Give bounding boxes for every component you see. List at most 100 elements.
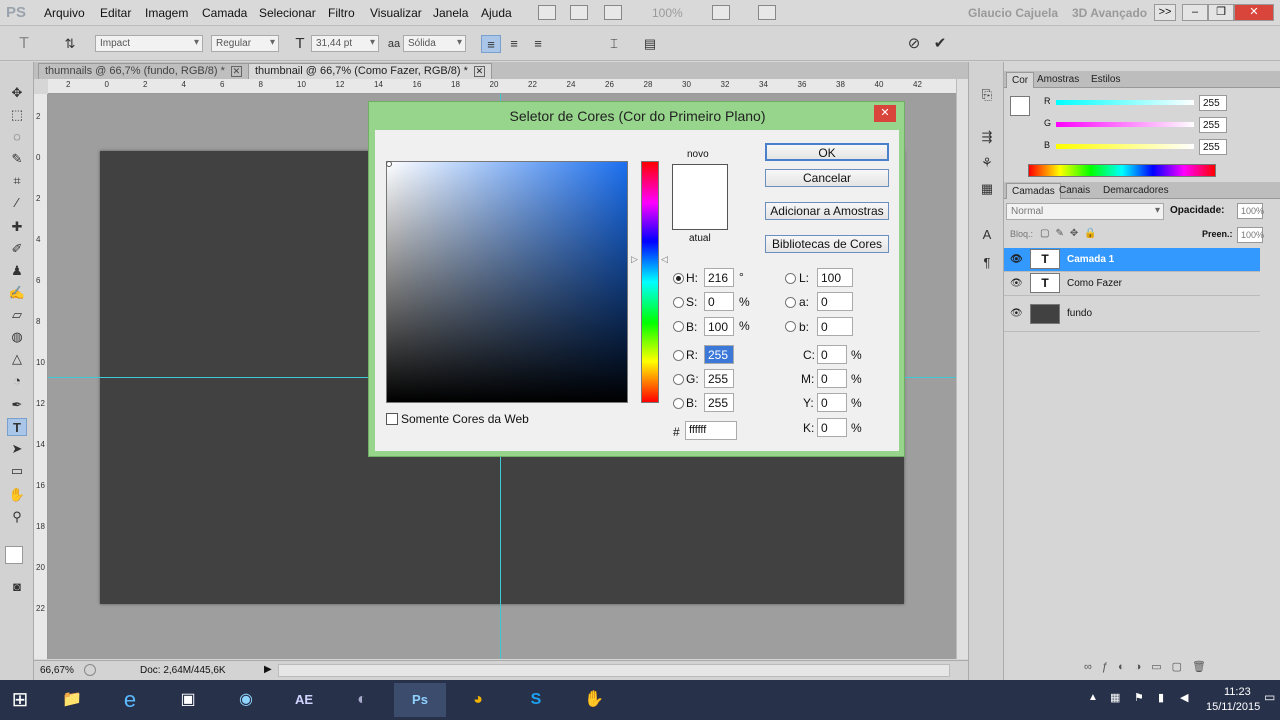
arrange-documents-icon[interactable] — [712, 5, 730, 20]
cinema4d-icon[interactable]: ◐ — [336, 683, 388, 717]
horizontal-scrollbar[interactable] — [278, 664, 950, 677]
layer-row-fundo[interactable]: 👁 fundo — [1004, 296, 1260, 332]
color-libraries-button[interactable]: Bibliotecas de Cores — [765, 235, 889, 253]
media-app-icon[interactable]: ◉ — [220, 683, 272, 717]
dodge-tool-icon[interactable]: ◔ — [7, 372, 27, 390]
panel-foreground-swatch[interactable] — [1010, 96, 1030, 116]
tray-signal-icon[interactable]: ▮ — [1158, 691, 1164, 704]
dialog-close-button[interactable]: ✕ — [874, 105, 896, 122]
color-spectrum-ramp[interactable] — [1028, 164, 1216, 177]
extras-icon[interactable] — [604, 5, 622, 20]
menu-editar[interactable]: Editar — [100, 6, 131, 20]
align-center-icon[interactable]: ≡ — [504, 35, 524, 53]
font-family-select[interactable]: Impact — [95, 35, 203, 52]
path-selection-icon[interactable]: ➤ — [7, 440, 27, 458]
y-field[interactable]: 0 — [817, 393, 847, 412]
paragraph-icon[interactable]: ¶ — [977, 254, 997, 272]
color-g-slider[interactable] — [1056, 122, 1194, 127]
tab-estilos[interactable]: Estilos — [1086, 72, 1125, 88]
workspace-user[interactable]: Glaucio Cajuela — [968, 6, 1058, 20]
lab-b-field[interactable]: 0 — [817, 317, 853, 336]
pen-tool-icon[interactable]: ✒ — [7, 396, 27, 414]
menu-filtro[interactable]: Filtro — [328, 6, 355, 20]
clock-date[interactable]: 15/11/2015 — [1206, 701, 1260, 713]
vertical-scrollbar[interactable] — [956, 79, 968, 659]
marquee-tool-icon[interactable]: ⬚ — [7, 106, 27, 124]
app-glove-icon[interactable]: ✋ — [568, 683, 620, 717]
internet-explorer-icon[interactable]: e — [104, 683, 156, 717]
adjustments-panel-icon[interactable]: ⇶ — [977, 128, 997, 146]
tab-thumnails[interactable]: thumnails @ 66,7% (fundo, RGB/8) * ✕ — [38, 63, 249, 79]
lock-icons[interactable]: ▢✎✥🔒 — [1040, 228, 1103, 239]
c-field[interactable]: 0 — [817, 345, 847, 364]
color-b-field[interactable]: 255 — [1199, 139, 1227, 155]
tab-thumbnail[interactable]: thumbnail @ 66,7% (Como Fazer, RGB/8) * ✕ — [248, 63, 492, 79]
cancel-edits-icon[interactable]: ⊘ — [904, 35, 924, 53]
layer-row-camada-1[interactable]: 👁 T Camada 1 — [1004, 248, 1260, 272]
radio-l[interactable] — [785, 273, 796, 284]
zoom-level-select[interactable]: 100% — [652, 6, 683, 20]
eraser-tool-icon[interactable]: ▱ — [7, 306, 27, 324]
screen-mode-icon[interactable] — [758, 5, 776, 20]
healing-brush-icon[interactable]: ✚ — [7, 218, 27, 236]
menu-camada[interactable]: Camada — [202, 6, 247, 20]
add-to-swatches-button[interactable]: Adicionar a Amostras — [765, 202, 889, 220]
type-tool-preset-icon[interactable]: T — [14, 35, 34, 53]
radio-h[interactable] — [673, 273, 684, 284]
l-field[interactable]: 100 — [817, 268, 853, 287]
menu-visualizar[interactable]: Visualizar — [370, 6, 422, 20]
zoom-readout[interactable]: 66,67% — [40, 665, 74, 676]
move-tool-icon[interactable]: ✥ — [7, 84, 27, 102]
align-right-icon[interactable]: ≡ — [528, 35, 548, 53]
tab-demarcadores[interactable]: Demarcadores — [1098, 183, 1174, 199]
history-brush-icon[interactable]: ✍ — [7, 284, 27, 302]
antialias-select[interactable]: Sólida — [403, 35, 466, 52]
brush-presets-icon[interactable]: ▦ — [977, 180, 997, 198]
menu-imagem[interactable]: Imagem — [145, 6, 188, 20]
tab-cor[interactable]: Cor — [1006, 72, 1035, 88]
warp-text-icon[interactable]: ⌶ — [604, 35, 624, 53]
layers-footer-icons[interactable]: ∞ƒ◐◑▭▢🗑 — [1084, 660, 1216, 673]
clone-stamp-icon[interactable]: ♟ — [7, 262, 27, 280]
foreground-color-swatch[interactable] — [5, 546, 23, 564]
after-effects-icon[interactable]: AE — [278, 683, 330, 717]
color-field[interactable] — [386, 161, 628, 403]
brush-panel-icon[interactable]: ⚘ — [977, 154, 997, 172]
tab-amostras[interactable]: Amostras — [1032, 72, 1084, 88]
menu-arquivo[interactable]: Arquivo — [44, 6, 85, 20]
menu-ajuda[interactable]: Ajuda — [481, 6, 512, 20]
quick-selection-tool-icon[interactable]: ✎ — [7, 150, 27, 168]
status-options-icon[interactable] — [84, 664, 96, 676]
eyedropper-tool-icon[interactable]: ⁄ — [7, 194, 27, 212]
s-field[interactable]: 0 — [704, 292, 734, 311]
close-tab-icon[interactable]: ✕ — [473, 66, 485, 77]
clock-time[interactable]: 11:23 — [1224, 686, 1251, 698]
expand-workspaces-button[interactable]: >> — [1154, 4, 1176, 21]
tab-canais[interactable]: Canais — [1054, 183, 1095, 199]
radio-b-blue[interactable] — [673, 398, 684, 409]
g-field[interactable]: 255 — [704, 369, 734, 388]
r-field[interactable]: 255 — [704, 345, 734, 364]
web-colors-checkbox[interactable] — [386, 413, 398, 425]
menu-selecionar[interactable]: Selecionar — [259, 6, 316, 20]
quick-mask-icon[interactable]: ◙ — [7, 578, 27, 596]
fill-field[interactable]: 100% — [1237, 227, 1264, 243]
app-99-icon[interactable]: ▣ — [162, 683, 214, 717]
windows-start-icon[interactable]: ⊞ — [0, 683, 40, 717]
visibility-eye-icon[interactable]: 👁 — [1010, 278, 1023, 289]
close-window-button[interactable]: ✕ — [1234, 4, 1274, 21]
restore-button[interactable]: ❐ — [1208, 4, 1234, 21]
color-r-field[interactable]: 255 — [1199, 95, 1227, 111]
layer-row-como-fazer[interactable]: 👁 T Como Fazer — [1004, 272, 1260, 296]
rectangle-tool-icon[interactable]: ▭ — [7, 462, 27, 480]
hex-field[interactable]: ffffff — [685, 421, 737, 440]
zoom-tool-icon[interactable]: ⚲ — [7, 508, 27, 526]
lasso-tool-icon[interactable]: ◌ — [7, 128, 27, 146]
workspace-3d[interactable]: 3D Avançado — [1072, 6, 1147, 20]
radio-r[interactable] — [673, 350, 684, 361]
b-brightness-field[interactable]: 100 — [704, 317, 734, 336]
tab-camadas[interactable]: Camadas — [1006, 183, 1061, 199]
file-explorer-icon[interactable]: 📁 — [46, 683, 98, 717]
radio-b-brightness[interactable] — [673, 321, 684, 332]
type-tool-icon[interactable]: T — [7, 418, 27, 436]
